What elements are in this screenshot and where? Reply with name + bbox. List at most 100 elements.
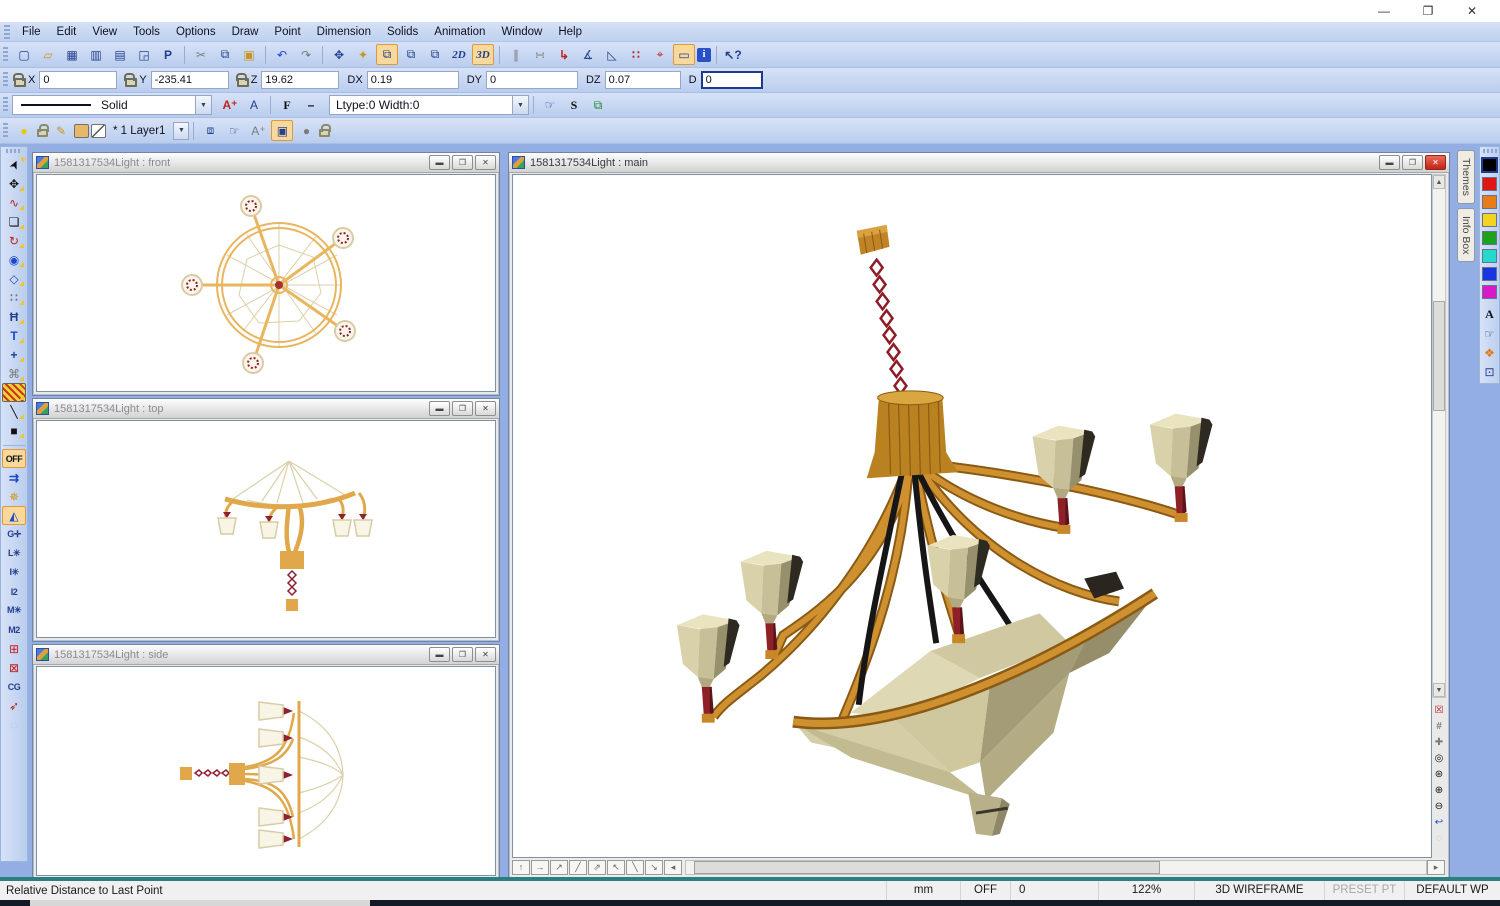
menu-view[interactable]: View <box>84 22 125 42</box>
top-restore-button[interactable]: ❐ <box>452 401 473 416</box>
dx-input[interactable] <box>367 71 459 89</box>
measure-button[interactable]: ∡ <box>577 44 599 65</box>
midpoint2-snap-button[interactable]: M2 <box>2 620 26 639</box>
snap-select-button[interactable]: ⇉ <box>2 468 26 487</box>
layer-linetype-swatch[interactable] <box>91 124 106 138</box>
layer-light-off-button[interactable]: ● <box>295 120 317 141</box>
color-black-swatch[interactable] <box>1481 157 1498 173</box>
hatch-tool[interactable] <box>2 383 26 402</box>
color-cyan-swatch[interactable] <box>1482 249 1497 263</box>
new-file-button[interactable]: ▢ <box>13 44 35 65</box>
coord-grip[interactable] <box>3 72 8 88</box>
x-input[interactable] <box>39 71 117 89</box>
color-orange-swatch[interactable] <box>1482 195 1497 209</box>
f-style-button[interactable]: F <box>276 95 298 116</box>
zoom-in-icon[interactable]: ⊕ <box>1432 782 1446 798</box>
box-snap-button[interactable]: ⊞ <box>2 639 26 658</box>
grid-toggle-icon[interactable]: # <box>1432 718 1446 734</box>
main-minimize-button[interactable]: ▬ <box>1379 155 1400 170</box>
layer-unlock-icon[interactable] <box>37 129 48 137</box>
dy-input[interactable] <box>486 71 578 89</box>
menu-animation[interactable]: Animation <box>426 22 493 42</box>
save-button[interactable]: ▦ <box>61 44 83 65</box>
view-upright-button[interactable]: ↗ <box>550 860 568 875</box>
tab-themes[interactable]: Themes <box>1457 150 1475 204</box>
circle-snap-button[interactable]: ◌ <box>2 715 26 734</box>
vscroll-track[interactable] <box>1433 189 1445 683</box>
paste-button[interactable]: ▣ <box>238 44 260 65</box>
menu-file[interactable]: File <box>14 22 49 42</box>
vscroll-thumb[interactable] <box>1433 301 1445 411</box>
layer-light-on-icon[interactable]: ● <box>13 120 35 141</box>
z-input[interactable] <box>261 71 339 89</box>
solids-tool[interactable]: ❏ <box>2 212 26 231</box>
top-window-titlebar[interactable]: 1581317534Light : top ▬ ❐ ✕ <box>33 399 499 419</box>
main-close-button[interactable]: ✕ <box>1425 155 1446 170</box>
structure-tool[interactable]: ⌘ <box>2 364 26 383</box>
app-restore-button[interactable]: ❐ <box>1406 0 1450 22</box>
style-pick-icon[interactable]: ☞ <box>539 95 561 116</box>
layer-text-button[interactable]: A⁺ <box>247 120 269 141</box>
layer-pencil-icon[interactable]: ✎ <box>50 120 72 141</box>
cg-snap-button[interactable]: CG <box>2 677 26 696</box>
intersection2-snap-button[interactable]: I2 <box>2 582 26 601</box>
page-preview-button[interactable]: ◲ <box>133 44 155 65</box>
side-viewport-canvas[interactable] <box>36 666 496 876</box>
print-button[interactable]: ▥ <box>85 44 107 65</box>
pan-button[interactable]: ✥ <box>328 44 350 65</box>
color-blue-swatch[interactable] <box>1482 267 1497 281</box>
zoom-out-icon[interactable]: ⊖ <box>1432 798 1446 814</box>
grid-dots-button[interactable]: ∺ <box>529 44 551 65</box>
parallel-button[interactable]: ∥ <box>505 44 527 65</box>
view-right-button[interactable]: → <box>531 860 549 875</box>
color-yellow-swatch[interactable] <box>1482 213 1497 227</box>
tab-info-box[interactable]: Info Box <box>1457 208 1475 263</box>
font-grow-button[interactable]: A⁺ <box>219 95 241 116</box>
midpoint-snap-button[interactable]: M✳ <box>2 601 26 620</box>
info-window-button[interactable]: ▭ <box>673 44 695 65</box>
z-lock-icon[interactable] <box>237 78 249 87</box>
scroll-down-icon[interactable]: ▼ <box>1433 683 1445 697</box>
redo-button[interactable]: ↷ <box>295 44 317 65</box>
undo-button[interactable]: ↶ <box>271 44 293 65</box>
ltype-dropdown-icon[interactable]: ▼ <box>512 96 528 114</box>
plot-button[interactable]: P <box>157 44 179 65</box>
line-snap-button[interactable]: L✳ <box>2 544 26 563</box>
front-window-titlebar[interactable]: 1581317534Light : front ▬ ❐ ✕ <box>33 153 499 173</box>
hscroll-thumb[interactable] <box>694 861 1160 874</box>
menu-dimension[interactable]: Dimension <box>309 22 379 42</box>
spline-button[interactable]: S <box>563 95 585 116</box>
linetype-tool[interactable]: ╲ <box>2 402 26 421</box>
magic-wand-button[interactable]: ✵ <box>2 487 26 506</box>
polygon-tool[interactable]: ◇ <box>2 269 26 288</box>
style-apply-button[interactable]: ⧉ <box>587 95 609 116</box>
scroll-up-icon[interactable]: ▲ <box>1433 175 1445 189</box>
top-close-button[interactable]: ✕ <box>475 401 496 416</box>
menu-help[interactable]: Help <box>550 22 590 42</box>
menu-grip[interactable] <box>4 25 10 39</box>
box2-snap-button[interactable]: ⊠ <box>2 658 26 677</box>
dz-input[interactable] <box>605 71 681 89</box>
protractor-button[interactable]: ◺ <box>601 44 623 65</box>
main-restore-button[interactable]: ❐ <box>1402 155 1423 170</box>
status-units[interactable]: mm <box>886 881 960 900</box>
array-tool[interactable]: ∷ <box>2 288 26 307</box>
zoom-disabled-icon[interactable]: ◌ <box>1432 830 1446 846</box>
menu-options[interactable]: Options <box>168 22 224 42</box>
face-snap-button[interactable]: ◭ <box>2 506 26 525</box>
status-zoom[interactable]: 122% <box>1098 881 1194 900</box>
main-horizontal-scrollbar[interactable] <box>685 860 1427 875</box>
d-input[interactable] <box>701 71 763 89</box>
status-workplane[interactable]: DEFAULT WP <box>1404 881 1500 900</box>
view-upleft-button[interactable]: ↖ <box>607 860 625 875</box>
app-close-button[interactable]: ✕ <box>1450 0 1494 22</box>
viewports-button[interactable]: ⧉ <box>376 44 398 65</box>
top-minimize-button[interactable]: ▬ <box>429 401 450 416</box>
menu-solids[interactable]: Solids <box>379 22 426 42</box>
view-up-button[interactable]: ↑ <box>512 860 530 875</box>
move-tool[interactable]: ✥ <box>2 174 26 193</box>
front-close-button[interactable]: ✕ <box>475 155 496 170</box>
main-vertical-scrollbar[interactable]: ▲ ▼ <box>1432 174 1446 698</box>
top-viewport-canvas[interactable] <box>36 420 496 638</box>
font-button[interactable]: A <box>243 95 265 116</box>
